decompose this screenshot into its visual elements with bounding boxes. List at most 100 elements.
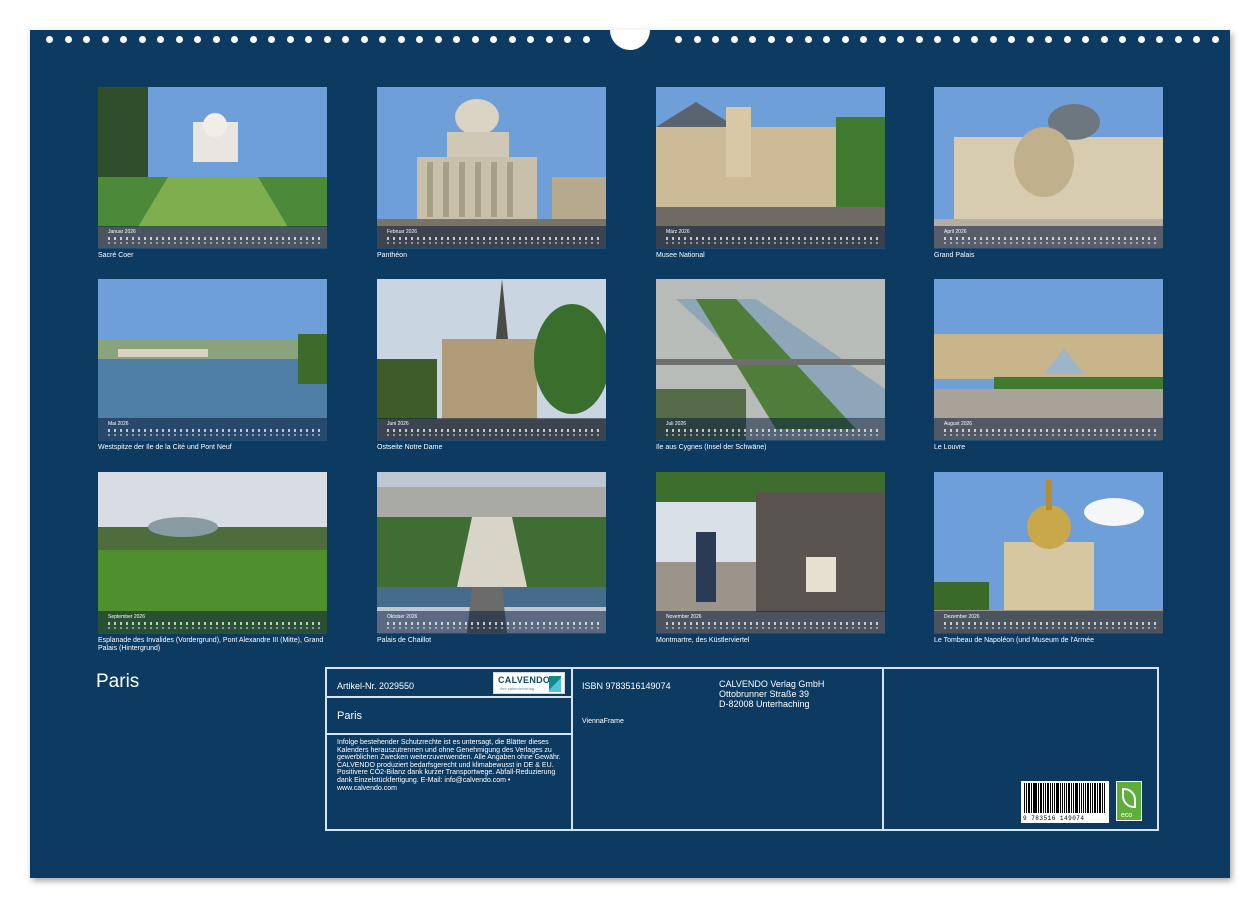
binding-hole — [398, 36, 405, 43]
day-numbers-row — [108, 237, 321, 240]
barcode-bar — [1050, 783, 1052, 813]
binding-hole — [157, 36, 164, 43]
weekday-row — [944, 627, 1157, 629]
mini-calendar-strip: März 2026 — [656, 226, 885, 248]
binding-hole — [342, 36, 349, 43]
ile-aux-cygnes-photo — [656, 279, 885, 440]
binding-hole — [879, 36, 886, 43]
photo-caption: Le Louvre — [934, 444, 1163, 452]
photo-caption: Palais de Chaillot — [377, 637, 606, 645]
logo-brand: CALVENDO — [498, 675, 550, 685]
mini-calendar-strip: Januar 2026 — [98, 226, 327, 248]
month-photo: November 2026 — [656, 472, 885, 634]
barcode-bar — [1024, 783, 1025, 813]
mini-calendar-strip: Juni 2026 — [377, 418, 606, 440]
binding-hole — [139, 36, 146, 43]
binding-hole — [694, 36, 701, 43]
binding-hole — [472, 36, 479, 43]
binding-hole — [916, 36, 923, 43]
barcode-bar — [1097, 783, 1098, 813]
photo-caption: Westspitze der Ile de la Cité und Pont N… — [98, 444, 327, 452]
binding-hole — [1175, 36, 1182, 43]
day-numbers-row — [666, 429, 879, 432]
month-photo: Januar 2026 — [98, 87, 327, 249]
barcode-bar — [1083, 783, 1084, 813]
binding-hole — [102, 36, 109, 43]
binding-hole — [120, 36, 127, 43]
day-numbers-row — [944, 237, 1157, 240]
binding-hole — [1008, 36, 1015, 43]
isbn: ISBN 9783516149074 — [582, 681, 671, 691]
ile-de-la-cite-photo — [98, 279, 327, 440]
binding-hole — [379, 36, 386, 43]
barcode-bar — [1085, 783, 1086, 813]
binding-hole — [287, 36, 294, 43]
month-name: April 2026 — [944, 229, 967, 235]
binding-hole — [1027, 36, 1034, 43]
month-tile: Juli 2026 Ile aus Cygnes (Insel der Schwä… — [656, 279, 885, 452]
photo-caption: Sacré Coer — [98, 252, 327, 260]
barcode-number: 9 783516 149074 — [1023, 815, 1085, 822]
binding-hole — [1082, 36, 1089, 43]
binding-hole — [361, 36, 368, 43]
barcode-bar — [1038, 783, 1039, 813]
month-tile: Dezember 2026Le Tombeau de Napoléon (und… — [934, 472, 1163, 645]
month-name: Februar 2026 — [387, 229, 417, 235]
logo-tagline: ihre kalenderverlag — [500, 686, 534, 691]
grand-palais-photo — [934, 87, 1163, 248]
mini-calendar-strip: Juli 2026 — [656, 418, 885, 440]
binding-hole — [490, 36, 497, 43]
month-name: Juni 2026 — [387, 421, 409, 427]
photo-caption: Ile aus Cygnes (Insel der Schwäne) — [656, 444, 885, 452]
month-tile: Mai 2026Westspitze der Ile de la Cité un… — [98, 279, 327, 452]
photo-caption: Ostseite Notre Dame — [377, 444, 606, 452]
binding-hole — [675, 36, 682, 43]
barcode-bar — [1026, 783, 1027, 813]
month-name: November 2026 — [666, 614, 702, 620]
barcode-bar — [1079, 783, 1080, 813]
divider — [882, 669, 884, 829]
month-photo: Oktober 2026 — [377, 472, 606, 634]
binding-hole — [83, 36, 90, 43]
photo-caption: Musee National — [656, 252, 885, 260]
month-name: Dezember 2026 — [944, 614, 980, 620]
binding-hole — [564, 36, 571, 43]
binding-hole — [250, 36, 257, 43]
montmartre-photo — [656, 472, 885, 633]
barcode-bar — [1087, 783, 1089, 813]
month-tile: Juni 2026 Ostseite Notre Dame — [377, 279, 606, 452]
pantheon-photo — [377, 87, 606, 248]
barcode-bar — [1045, 783, 1046, 813]
month-name: März 2026 — [666, 229, 690, 235]
weekday-row — [944, 434, 1157, 436]
binding-hole — [934, 36, 941, 43]
day-numbers-row — [387, 622, 600, 625]
binding-hole — [860, 36, 867, 43]
eco-label: eco — [1121, 812, 1132, 819]
mini-calendar-strip: September 2026 — [98, 611, 327, 633]
day-numbers-row — [108, 429, 321, 432]
month-tile: Februar 2026Panthéon — [377, 87, 606, 260]
binding-hole — [527, 36, 534, 43]
binding-hole — [1212, 36, 1219, 43]
publisher-address: CALVENDO Verlag GmbH Ottobrunner Straße … — [719, 679, 824, 709]
product-title: Paris — [337, 710, 362, 722]
musee-national-photo — [656, 87, 885, 248]
barcode-bar — [1068, 783, 1070, 813]
weekday-row — [944, 242, 1157, 244]
mini-calendar-strip: November 2026 — [656, 611, 885, 633]
barcode-bar — [1090, 783, 1091, 813]
barcode-bar — [1073, 783, 1074, 813]
binding-hole — [731, 36, 738, 43]
barcode-bars — [1024, 783, 1106, 813]
mini-calendar-strip: Oktober 2026 — [377, 611, 606, 633]
photo-caption: Esplanade des Invalides (Vordergrund), P… — [98, 637, 327, 653]
month-photo: Februar 2026 — [377, 87, 606, 249]
month-photo: April 2026 — [934, 87, 1163, 249]
mini-calendar-strip: April 2026 — [934, 226, 1163, 248]
day-numbers-row — [387, 429, 600, 432]
binding-hole — [416, 36, 423, 43]
mini-calendar-strip: Februar 2026 — [377, 226, 606, 248]
calendar-back-cover: Januar 2026 Sacré Coer Februar 2026Panthéo… — [30, 30, 1230, 878]
month-name: Oktober 2026 — [387, 614, 417, 620]
